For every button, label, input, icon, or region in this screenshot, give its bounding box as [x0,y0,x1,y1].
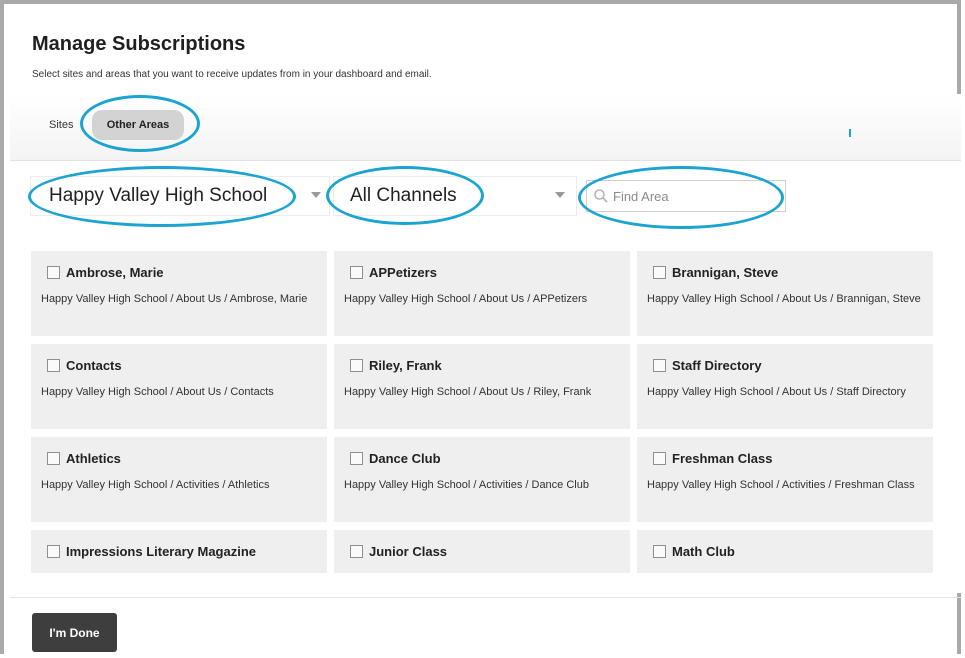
area-checkbox[interactable] [47,452,60,465]
loading-indicator [849,129,851,137]
area-path: Happy Valley High School / Activities / … [344,479,589,491]
area-checkbox[interactable] [653,452,666,465]
area-card: Contacts Happy Valley High School / About… [31,344,327,429]
area-card-header: Ambrose, Marie [47,265,317,280]
area-checkbox[interactable] [653,359,666,372]
area-path: Happy Valley High School / About Us / Am… [41,293,308,305]
area-card-header: Junior Class [350,544,620,559]
area-card: Dance Club Happy Valley High School / Act… [334,437,630,522]
area-name: Math Club [672,544,735,559]
area-card-header: Dance Club [350,451,620,466]
done-button[interactable]: I'm Done [32,613,117,652]
area-card-header: Contacts [47,358,317,373]
area-name: Impressions Literary Magazine [66,544,257,559]
area-checkbox[interactable] [47,266,60,279]
channel-select[interactable]: All Channels [333,176,577,216]
area-card-header: Staff Directory [653,358,923,373]
site-select[interactable]: Happy Valley High School [30,176,330,216]
area-checkbox[interactable] [47,359,60,372]
area-checkbox[interactable] [47,545,60,558]
area-card-header: Riley, Frank [350,358,620,373]
page-subtitle: Select sites and areas that you want to … [32,69,432,80]
footer-divider [10,597,961,598]
search-input[interactable] [609,187,775,205]
site-select-value: Happy Valley High School [49,185,268,206]
area-card: Brannigan, Steve Happy Valley High School… [637,251,933,336]
area-path: Happy Valley High School / About Us / St… [647,386,906,398]
area-card-header: Impressions Literary Magazine [47,544,317,559]
area-name: Staff Directory [672,358,762,373]
area-checkbox[interactable] [350,359,363,372]
area-card-header: Math Club [653,544,923,559]
area-name: Riley, Frank [369,358,442,373]
area-card-header: Athletics [47,451,317,466]
page-title: Manage Subscriptions [32,33,246,55]
area-card: Riley, Frank Happy Valley High School / A… [334,344,630,429]
area-card-header: APPetizers [350,265,620,280]
area-name: Freshman Class [672,451,773,466]
area-name: Contacts [66,358,122,373]
area-card: Junior Class [334,530,630,573]
area-card: Math Club [637,530,933,573]
area-path: Happy Valley High School / About Us / Co… [41,386,274,398]
area-path: Happy Valley High School / About Us / Br… [647,293,921,305]
area-grid: Ambrose, Marie Happy Valley High School /… [31,251,934,573]
area-path: Happy Valley High School / About Us / AP… [344,293,588,305]
area-card: Athletics Happy Valley High School / Acti… [31,437,327,522]
area-card: Staff Directory Happy Valley High School … [637,344,933,429]
area-checkbox[interactable] [653,545,666,558]
tab-sites[interactable]: Sites [49,119,73,131]
area-card-header: Brannigan, Steve [653,265,923,280]
area-path: Happy Valley High School / About Us / Ri… [344,386,592,398]
area-card: Ambrose, Marie Happy Valley High School /… [31,251,327,336]
area-name: Ambrose, Marie [66,265,164,280]
find-area-search[interactable] [586,180,786,212]
area-card-header: Freshman Class [653,451,923,466]
area-name: Athletics [66,451,121,466]
area-path: Happy Valley High School / Activities / … [647,479,915,491]
area-checkbox[interactable] [350,452,363,465]
channel-select-value: All Channels [350,185,457,206]
area-path: Happy Valley High School / Activities / … [41,479,270,491]
area-card: Freshman Class Happy Valley High School /… [637,437,933,522]
area-card: Impressions Literary Magazine [31,530,327,573]
area-checkbox[interactable] [350,266,363,279]
area-name: Brannigan, Steve [672,265,779,280]
area-name: APPetizers [369,265,437,280]
area-name: Junior Class [369,544,448,559]
chevron-down-icon [311,192,321,198]
area-checkbox[interactable] [350,545,363,558]
search-icon [594,189,608,203]
area-name: Dance Club [369,451,441,466]
area-card: APPetizers Happy Valley High School / Abo… [334,251,630,336]
area-checkbox[interactable] [653,266,666,279]
tab-other-areas[interactable]: Other Areas [92,110,184,140]
chevron-down-icon [555,192,565,198]
